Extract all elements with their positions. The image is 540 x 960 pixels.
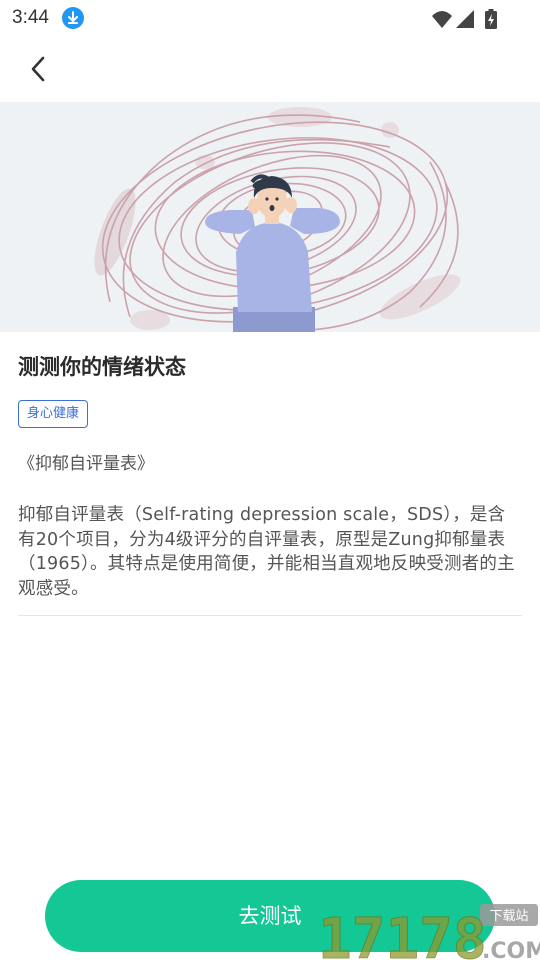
chevron-left-icon xyxy=(31,56,45,82)
category-tag: 身心健康 xyxy=(18,400,89,428)
site-watermark-logo: 下载站 17178 .COM xyxy=(318,902,540,960)
divider xyxy=(18,615,522,616)
status-icons xyxy=(430,8,500,30)
watermark-suffix: .COM xyxy=(482,939,540,960)
status-time: 3:44 xyxy=(12,7,49,28)
scale-description: 抑郁自评量表（Self-rating depression scale，SDS）… xyxy=(18,505,515,599)
download-icon xyxy=(62,7,84,29)
back-button[interactable] xyxy=(22,52,56,86)
watermark-digits: 17178 xyxy=(318,907,487,960)
watermark-badge-text: 下载站 xyxy=(489,909,528,924)
article-content: 测测你的情绪状态 身心健康 《抑郁自评量表》 抑郁自评量表（Self-ratin… xyxy=(18,350,522,601)
page-title: 测测你的情绪状态 xyxy=(18,355,186,379)
cellular-signal-icon xyxy=(456,10,474,28)
battery-charging-icon xyxy=(485,9,497,29)
status-bar: 3:44 xyxy=(0,0,540,38)
wifi-icon xyxy=(432,11,452,28)
scale-name: 《抑郁自评量表》 xyxy=(18,454,154,474)
hero-illustration xyxy=(0,102,540,332)
